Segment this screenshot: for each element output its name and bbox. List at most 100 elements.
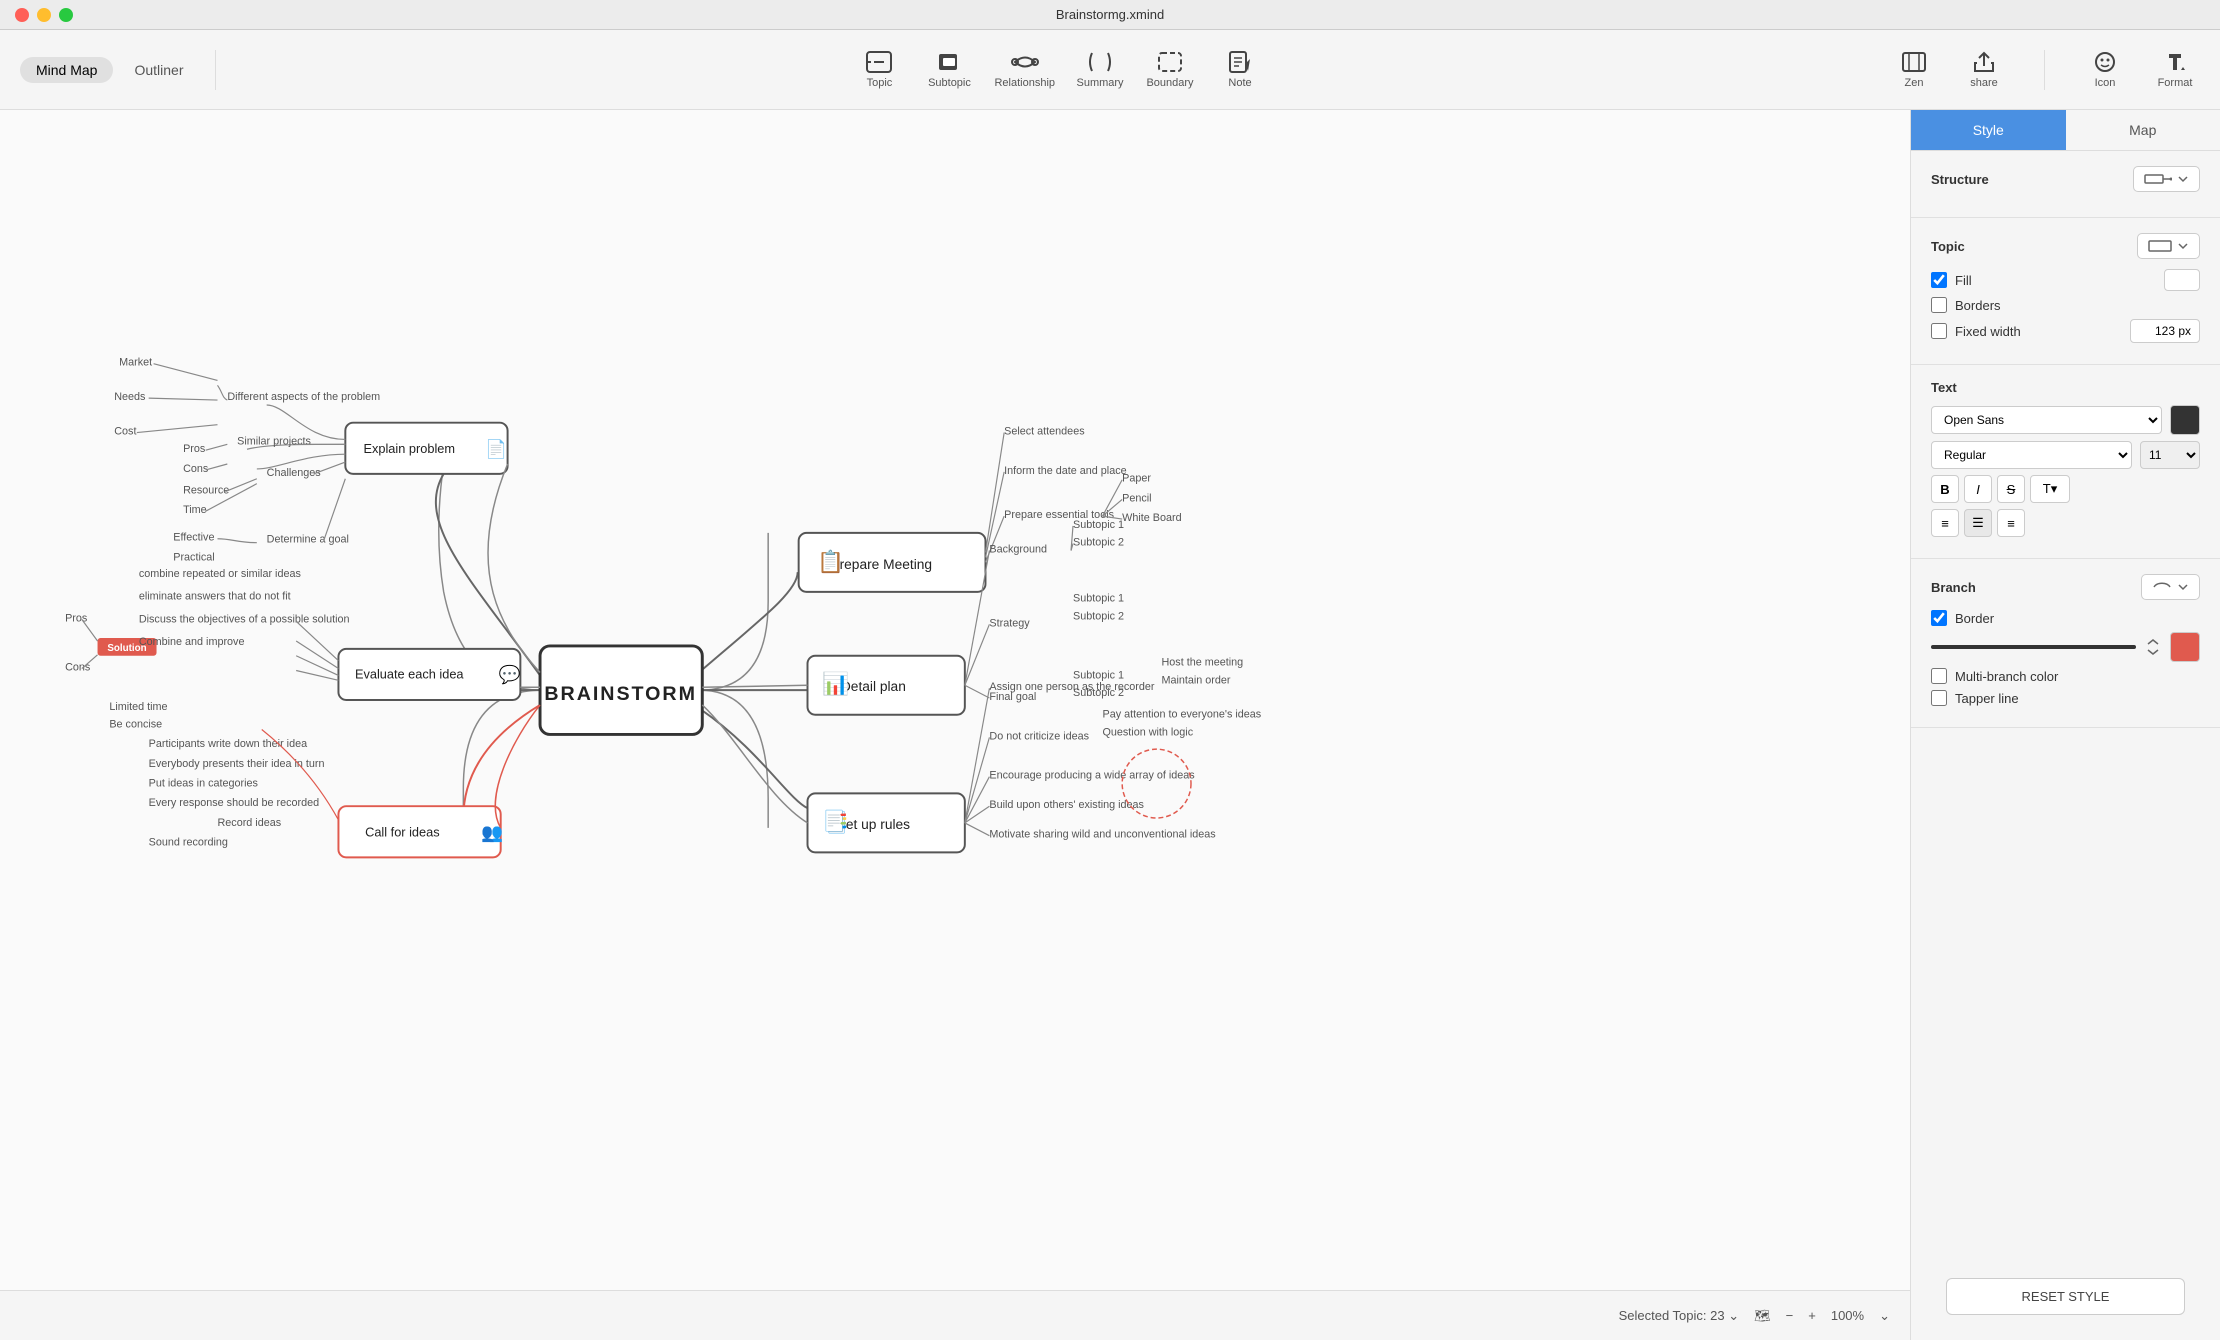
multi-branch-label: Multi-branch color bbox=[1955, 669, 2058, 684]
tool-subtopic[interactable]: Subtopic bbox=[924, 51, 974, 89]
label-inform: Inform the date and place bbox=[1004, 465, 1126, 477]
toolbar-divider bbox=[215, 50, 216, 90]
strikethrough-btn[interactable]: S bbox=[1997, 475, 2025, 503]
label-similar: Similar projects bbox=[237, 435, 311, 447]
label-putideas: Put ideas in categories bbox=[149, 778, 259, 790]
detail-node-text: Detail plan bbox=[841, 679, 906, 694]
note-icon bbox=[1228, 51, 1252, 73]
italic-btn[interactable]: I bbox=[1964, 475, 1992, 503]
text-format-btn[interactable]: T▾ bbox=[2030, 475, 2070, 503]
label-cost: Cost bbox=[114, 426, 136, 438]
font-select[interactable]: Open Sans bbox=[1931, 406, 2162, 434]
label-record: Record ideas bbox=[218, 817, 282, 829]
canvas[interactable]: BRAINSTORM Explain problem 📄 Market Need… bbox=[0, 110, 1910, 1290]
zen-label: Zen bbox=[1905, 77, 1924, 89]
bold-btn[interactable]: B bbox=[1931, 475, 1959, 503]
text-title: Text bbox=[1931, 380, 1957, 395]
panel-tabs: Style Map bbox=[1911, 110, 2220, 151]
label-question: Question with logic bbox=[1103, 726, 1194, 738]
tapper-checkbox[interactable] bbox=[1931, 690, 1947, 706]
tool-boundary[interactable]: Boundary bbox=[1145, 51, 1195, 89]
tool-note[interactable]: Note bbox=[1215, 51, 1265, 89]
icon-tool-icon bbox=[2093, 51, 2117, 73]
topic-section: Topic Fill Borders bbox=[1911, 218, 2220, 365]
label-host: Host the meeting bbox=[1162, 657, 1244, 669]
fixed-width-checkbox[interactable] bbox=[1931, 323, 1947, 339]
center-node-text: BRAINSTORM bbox=[544, 683, 697, 705]
label-challenges: Challenges bbox=[267, 467, 322, 479]
maximize-button[interactable] bbox=[59, 8, 73, 22]
align-row: ≡ ☰ ≡ bbox=[1931, 509, 2200, 537]
zoom-out-btn[interactable]: − bbox=[1786, 1308, 1794, 1323]
topic-dropdown-icon bbox=[2177, 240, 2189, 252]
align-right-btn[interactable]: ≡ bbox=[1997, 509, 2025, 537]
topic-shape-btn[interactable] bbox=[2137, 233, 2200, 259]
text-section: Text Open Sans Regular Bold Italic 11 12… bbox=[1911, 365, 2220, 559]
relationship-label: Relationship bbox=[994, 77, 1055, 89]
label-limitedtime: Limited time bbox=[109, 701, 167, 713]
tapper-row: Tapper line bbox=[1931, 690, 2200, 706]
branch-color-swatch[interactable] bbox=[2170, 632, 2200, 662]
tool-format[interactable]: Format bbox=[2150, 51, 2200, 89]
font-weight-select[interactable]: Regular Bold Italic bbox=[1931, 441, 2132, 469]
border-label: Border bbox=[1955, 611, 1994, 626]
reset-style-btn[interactable]: RESET STYLE bbox=[1946, 1278, 2185, 1315]
topic-title: Topic bbox=[1931, 239, 1965, 254]
label-pros-1: Pros bbox=[183, 443, 206, 455]
multi-branch-checkbox[interactable] bbox=[1931, 668, 1947, 684]
text-color-swatch[interactable] bbox=[2170, 405, 2200, 435]
label-assign: Assign one person as the recorder bbox=[989, 681, 1154, 693]
fill-label: Fill bbox=[1955, 273, 1972, 288]
mindmap-view-button[interactable]: Mind Map bbox=[20, 57, 113, 83]
tool-relationship[interactable]: Relationship bbox=[994, 51, 1055, 89]
tool-zen[interactable]: Zen bbox=[1889, 51, 1939, 89]
format-icon bbox=[2163, 51, 2187, 73]
boundary-icon bbox=[1157, 51, 1183, 73]
zoom-dropdown-icon[interactable]: ⌄ bbox=[1879, 1308, 1890, 1324]
label-eliminate: eliminate answers that do not fit bbox=[139, 591, 291, 603]
statusbar: Selected Topic: 23 ⌄ 🗺 − + 100% ⌄ bbox=[0, 1290, 1910, 1340]
label-maintain: Maintain order bbox=[1162, 674, 1231, 686]
fill-checkbox[interactable] bbox=[1931, 272, 1947, 288]
structure-btn[interactable] bbox=[2133, 166, 2200, 192]
close-button[interactable] bbox=[15, 8, 29, 22]
fill-color-swatch[interactable] bbox=[2164, 269, 2200, 291]
format-label: Format bbox=[2158, 77, 2193, 89]
topic-icon bbox=[866, 51, 892, 73]
titlebar: Brainstormg.xmind bbox=[0, 0, 2220, 30]
label-strategy: Strategy bbox=[989, 617, 1030, 629]
outliner-view-button[interactable]: Outliner bbox=[118, 57, 199, 83]
tool-icon[interactable]: Icon bbox=[2080, 51, 2130, 89]
label-effective: Effective bbox=[173, 532, 214, 544]
borders-checkbox[interactable] bbox=[1931, 297, 1947, 313]
label-determine: Determine a goal bbox=[267, 534, 349, 546]
label-sub1-fg: Subtopic 1 bbox=[1073, 669, 1124, 681]
border-checkbox[interactable] bbox=[1931, 610, 1947, 626]
subtopic-icon bbox=[936, 51, 962, 73]
zoom-in-btn[interactable]: + bbox=[1808, 1308, 1816, 1323]
font-size-select[interactable]: 11 12 14 16 bbox=[2140, 441, 2200, 469]
relationship-icon bbox=[1011, 51, 1039, 73]
minimize-button[interactable] bbox=[37, 8, 51, 22]
fixed-width-input[interactable] bbox=[2130, 319, 2200, 343]
tool-topic[interactable]: Topic bbox=[854, 51, 904, 89]
tapper-label: Tapper line bbox=[1955, 691, 2019, 706]
evaluate-icon: 💬 bbox=[499, 663, 521, 684]
structure-title: Structure bbox=[1931, 172, 1989, 187]
zen-icon bbox=[1901, 51, 1927, 73]
tab-map[interactable]: Map bbox=[2066, 110, 2220, 150]
summary-icon bbox=[1087, 51, 1113, 73]
align-center-btn[interactable]: ☰ bbox=[1964, 509, 1992, 537]
branch-color-row bbox=[1931, 632, 2200, 662]
tool-summary[interactable]: Summary bbox=[1075, 51, 1125, 89]
branch-style-btn[interactable] bbox=[2141, 574, 2200, 600]
branch-color-stepper[interactable] bbox=[2144, 638, 2162, 656]
label-select: Select attendees bbox=[1004, 426, 1085, 438]
label-time: Time bbox=[183, 504, 207, 516]
tool-share[interactable]: share bbox=[1959, 51, 2009, 89]
text-style-row: B I S T▾ bbox=[1931, 475, 2200, 503]
label-beconcise: Be concise bbox=[109, 719, 162, 731]
align-left-btn[interactable]: ≡ bbox=[1931, 509, 1959, 537]
map-icon[interactable]: 🗺 bbox=[1754, 1308, 1771, 1324]
tab-style[interactable]: Style bbox=[1911, 110, 2066, 150]
